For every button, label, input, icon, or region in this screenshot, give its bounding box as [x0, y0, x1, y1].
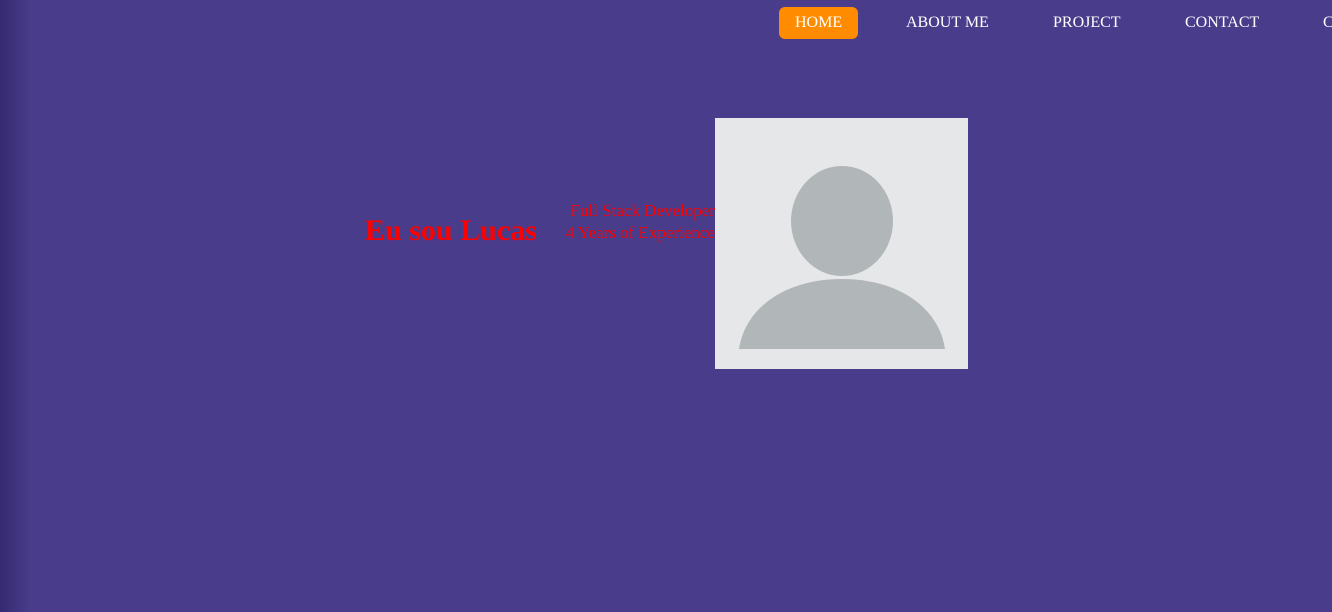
profile-avatar [715, 118, 968, 369]
hero-role: Full Stack Developer [570, 201, 715, 220]
nav-about-me-link[interactable]: ABOUT ME [906, 7, 989, 39]
hero-name-heading: Eu sou Lucas [365, 214, 537, 247]
avatar-head [791, 166, 893, 276]
nav-home-link[interactable]: HOME [779, 7, 859, 39]
hero-subtitle: Full Stack Developer 4 Years of Experien… [566, 200, 715, 244]
nav-contact-link[interactable]: CONTACT [1185, 7, 1259, 39]
left-edge-shadow [0, 0, 30, 612]
hero-experience: 4 Years of Experience [565, 223, 715, 242]
top-navigation: HOME ABOUT ME PROJECT CONTACT C [0, 0, 1332, 46]
user-placeholder-icon [739, 166, 945, 349]
nav-project-link[interactable]: PROJECT [1053, 7, 1121, 39]
avatar-shoulders [739, 279, 945, 349]
nav-truncated-link[interactable]: C [1323, 7, 1332, 39]
